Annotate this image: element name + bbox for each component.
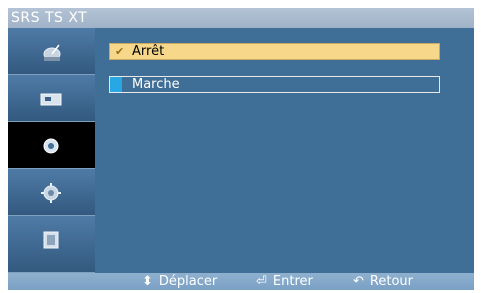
enter-icon: ⏎ bbox=[256, 274, 267, 289]
help-bar: ⬍ Déplacer ⏎ Entrer ↶ Retour bbox=[8, 273, 474, 290]
check-icon: ✔ bbox=[115, 45, 125, 58]
option-label: Marche bbox=[132, 77, 180, 92]
menu-title: SRS TS XT bbox=[8, 8, 474, 28]
monitor-icon bbox=[43, 231, 59, 249]
osd-window: SRS TS XT ✔ Arrêt Marche ⬍ Déplacer ⏎ En… bbox=[8, 8, 474, 290]
sidebar-item-input[interactable] bbox=[8, 28, 95, 75]
hint-enter: ⏎ Entrer bbox=[256, 274, 313, 289]
options-panel: ✔ Arrêt Marche bbox=[95, 28, 474, 273]
hint-return: ↶ Retour bbox=[353, 274, 413, 289]
option-marche[interactable]: Marche bbox=[109, 76, 440, 93]
option-arret[interactable]: ✔ Arrêt bbox=[109, 43, 440, 60]
picture-icon bbox=[40, 93, 62, 106]
sidebar-item-sound[interactable] bbox=[8, 122, 95, 169]
option-label: Arrêt bbox=[132, 44, 165, 59]
updown-icon: ⬍ bbox=[142, 274, 153, 289]
sidebar-item-picture[interactable] bbox=[8, 75, 95, 122]
sidebar bbox=[8, 28, 95, 273]
sidebar-item-setup[interactable] bbox=[8, 169, 95, 216]
selection-marker bbox=[110, 77, 122, 92]
speaker-icon bbox=[43, 138, 59, 154]
antenna-dish-icon bbox=[43, 44, 61, 61]
hint-move: ⬍ Déplacer bbox=[142, 274, 218, 289]
gear-icon bbox=[41, 183, 61, 203]
return-icon: ↶ bbox=[353, 274, 364, 289]
sidebar-item-display[interactable] bbox=[8, 216, 95, 273]
